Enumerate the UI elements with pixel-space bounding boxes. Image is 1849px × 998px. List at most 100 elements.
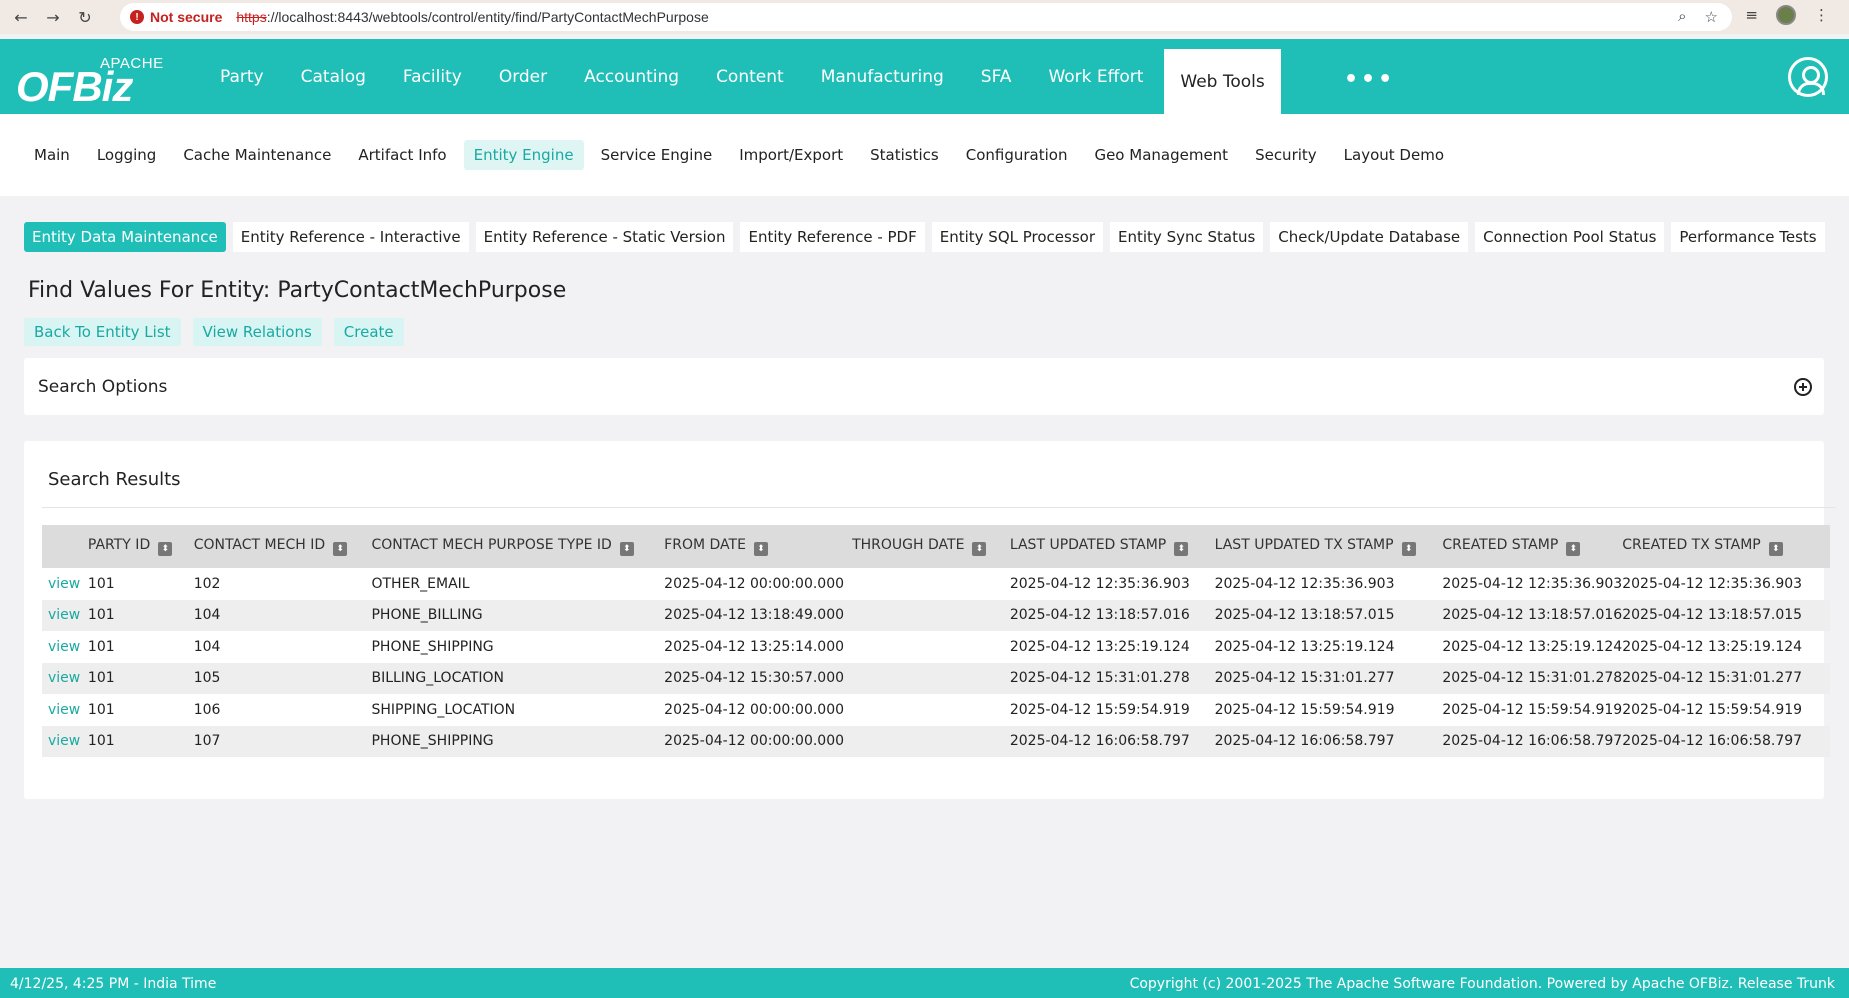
forward-arrow-icon[interactable]: → [40, 4, 66, 30]
nav-catalog[interactable]: Catalog [301, 67, 366, 87]
plus-circle-icon[interactable] [1794, 378, 1812, 396]
more-apps-icon[interactable]: ••• [1344, 67, 1395, 92]
sort-icon[interactable]: ⬍ [1768, 542, 1783, 556]
not-secure-badge[interactable]: ! Not secure [130, 9, 222, 25]
sort-icon[interactable]: ⬍ [1174, 542, 1189, 556]
view-link[interactable]: view [42, 726, 88, 758]
table-row: view 101 106 SHIPPING_LOCATION 2025-04-1… [42, 694, 1830, 726]
column-header-last-updated-tx-stamp[interactable]: LAST UPDATED TX STAMP ⬍ [1214, 525, 1443, 568]
submenu-configuration[interactable]: Configuration [956, 140, 1078, 170]
star-icon[interactable]: ☆ [1705, 8, 1718, 26]
submenu-artifact-info[interactable]: Artifact Info [348, 140, 456, 170]
cell-created-tx-stamp: 2025-04-12 15:31:01.277 [1622, 670, 1803, 687]
cell-purpose-type-id: PHONE_SHIPPING [371, 733, 494, 750]
sort-icon[interactable]: ⬍ [753, 542, 768, 556]
cell-through-date [852, 631, 1010, 663]
submenu-geo-management[interactable]: Geo Management [1084, 140, 1238, 170]
cell-purpose-type-id: PHONE_SHIPPING [371, 638, 494, 655]
view-link[interactable]: view [42, 600, 88, 632]
submenu-main[interactable]: Main [24, 140, 80, 170]
cell-created-stamp: 2025-04-12 13:25:19.124 [1442, 638, 1623, 655]
view-link[interactable]: view [42, 568, 88, 600]
profile-avatar[interactable] [1776, 5, 1796, 25]
cell-created-tx-stamp: 2025-04-12 13:18:57.015 [1622, 607, 1803, 624]
cell-through-date [852, 694, 1010, 726]
sort-icon[interactable]: ⬍ [619, 542, 634, 556]
column-header-created-tx-stamp[interactable]: CREATED TX STAMP ⬍ [1622, 525, 1830, 568]
cell-last-updated-stamp: 2025-04-12 12:35:36.903 [1009, 575, 1190, 592]
nav-accounting[interactable]: Accounting [584, 67, 679, 87]
cell-from-date: 2025-04-12 00:00:00.000 [664, 575, 845, 592]
reload-icon[interactable]: ↻ [72, 4, 98, 30]
submenu-statistics[interactable]: Statistics [860, 140, 949, 170]
tab-performance-tests[interactable]: Performance Tests [1671, 222, 1825, 252]
browser-menu-icon[interactable]: ⋮ [1814, 6, 1829, 24]
logo-ofbiz-text: OFBiz [16, 63, 133, 110]
nav-web-tools[interactable]: Web Tools [1164, 49, 1281, 115]
media-control-icon[interactable]: ≡ [1745, 6, 1758, 24]
column-header-contact-mech-id[interactable]: CONTACT MECH ID ⬍ [193, 525, 372, 568]
view-link[interactable]: view [42, 663, 88, 695]
submenu-layout-demo[interactable]: Layout Demo [1334, 140, 1454, 170]
tab-entity-data-maintenance[interactable]: Entity Data Maintenance [24, 222, 226, 252]
create-button[interactable]: Create [333, 318, 404, 346]
table-row: view 101 105 BILLING_LOCATION 2025-04-12… [42, 662, 1830, 695]
search-options-panel[interactable]: Search Options [24, 358, 1824, 415]
nav-manufacturing[interactable]: Manufacturing [821, 67, 944, 87]
url-path: ://localhost:8443/webtools/control/entit… [266, 9, 709, 25]
address-bar[interactable]: ! Not secure https://localhost:8443/webt… [120, 3, 1732, 31]
browser-chrome: ← → ↻ ! Not secure https://localhost:844… [0, 0, 1849, 34]
back-to-entity-list-button[interactable]: Back To Entity List [24, 318, 181, 346]
cell-contact-mech-id: 104 [193, 638, 221, 655]
sort-icon[interactable]: ⬍ [972, 542, 987, 556]
submenu-service-engine[interactable]: Service Engine [591, 140, 723, 170]
column-header-purpose-type-id[interactable]: CONTACT MECH PURPOSE TYPE ID ⬍ [371, 525, 665, 568]
view-relations-button[interactable]: View Relations [192, 318, 322, 346]
submenu-security[interactable]: Security [1245, 140, 1327, 170]
user-circle-icon[interactable] [1788, 57, 1828, 97]
column-header-last-updated-stamp[interactable]: LAST UPDATED STAMP ⬍ [1009, 525, 1215, 568]
submenu-cache-maintenance[interactable]: Cache Maintenance [173, 140, 341, 170]
app-header: APACHE OFBiz Party Catalog Facility Orde… [0, 39, 1849, 115]
cell-party-id: 101 [87, 638, 115, 655]
column-header-label: CONTACT MECH ID [193, 537, 326, 553]
tab-entity-reference-pdf[interactable]: Entity Reference - PDF [740, 222, 925, 252]
column-header-through-date[interactable]: THROUGH DATE ⬍ [852, 525, 1010, 568]
nav-work-effort[interactable]: Work Effort [1048, 67, 1143, 87]
tab-entity-reference-static[interactable]: Entity Reference - Static Version [475, 222, 734, 252]
nav-facility[interactable]: Facility [403, 67, 462, 87]
nav-sfa[interactable]: SFA [981, 67, 1012, 87]
zoom-icon[interactable]: ⌕ [1678, 8, 1686, 26]
sort-icon[interactable]: ⬍ [1566, 542, 1581, 556]
column-header-label: LAST UPDATED STAMP [1009, 537, 1167, 553]
sort-icon[interactable]: ⬍ [158, 542, 173, 556]
tab-entity-sql-processor[interactable]: Entity SQL Processor [931, 222, 1104, 252]
cell-last-updated-stamp: 2025-04-12 13:18:57.016 [1009, 607, 1190, 624]
table-row: view 101 104 PHONE_BILLING 2025-04-12 13… [42, 599, 1830, 632]
table-row: view 101 107 PHONE_SHIPPING 2025-04-12 0… [42, 725, 1830, 758]
column-header-party-id[interactable]: PARTY ID ⬍ [87, 525, 194, 568]
column-header-created-stamp[interactable]: CREATED STAMP ⬍ [1442, 525, 1623, 568]
view-link[interactable]: view [42, 694, 88, 726]
back-arrow-icon[interactable]: ← [8, 4, 34, 30]
view-link[interactable]: view [42, 631, 88, 663]
tab-entity-sync-status[interactable]: Entity Sync Status [1110, 222, 1264, 252]
sort-icon[interactable]: ⬍ [1401, 542, 1416, 556]
sort-icon[interactable]: ⬍ [333, 542, 348, 556]
submenu-import-export[interactable]: Import/Export [729, 140, 853, 170]
tab-check-update-database[interactable]: Check/Update Database [1270, 222, 1469, 252]
column-header-from-date[interactable]: FROM DATE ⬍ [664, 525, 853, 568]
nav-party[interactable]: Party [220, 67, 264, 87]
submenu-entity-engine[interactable]: Entity Engine [463, 140, 584, 170]
tab-entity-reference-interactive[interactable]: Entity Reference - Interactive [232, 222, 469, 252]
divider [42, 507, 1836, 508]
column-header-label: PARTY ID [87, 537, 151, 553]
cell-created-stamp: 2025-04-12 16:06:58.797 [1442, 733, 1623, 750]
footer-copyright: Copyright (c) 2001-2025 The Apache Softw… [1129, 976, 1835, 992]
nav-order[interactable]: Order [499, 67, 547, 87]
nav-content[interactable]: Content [716, 67, 784, 87]
submenu-logging[interactable]: Logging [87, 140, 167, 170]
cell-contact-mech-id: 105 [193, 670, 221, 687]
tab-connection-pool-status[interactable]: Connection Pool Status [1475, 222, 1665, 252]
url-text[interactable]: https://localhost:8443/webtools/control/… [236, 9, 708, 25]
